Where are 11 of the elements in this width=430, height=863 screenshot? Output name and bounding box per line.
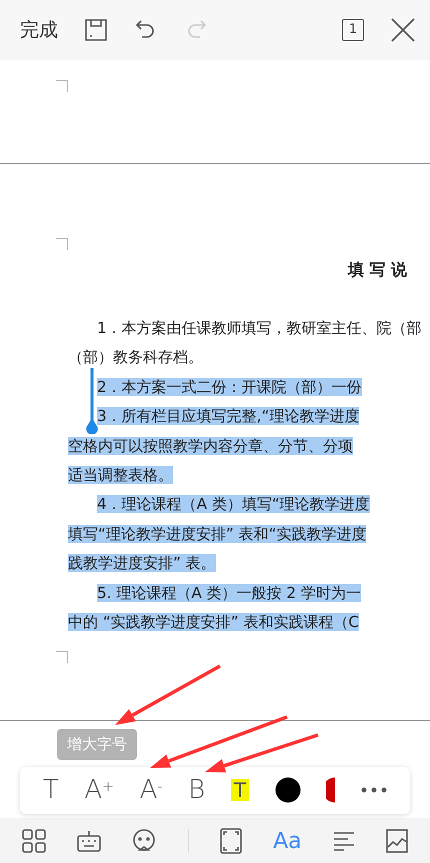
format-button[interactable]: A$^{-}$	[140, 777, 162, 803]
format-button[interactable]: B	[188, 777, 206, 803]
page-count[interactable]: 1	[342, 19, 364, 41]
format-button[interactable]: A$^{+}$	[84, 777, 114, 803]
document-heading: 填 写 说	[346, 259, 408, 281]
document-text-line: 1．本方案由任课教师填写，教研室主任、院（部	[96, 319, 422, 337]
tooltip: 增大字号	[57, 729, 137, 760]
done-button[interactable]: 完成	[20, 16, 58, 44]
document-text-line: （部）教务科存档。	[68, 348, 203, 366]
highlight-button[interactable]: T	[230, 779, 250, 801]
format-button[interactable]: T	[42, 777, 59, 803]
